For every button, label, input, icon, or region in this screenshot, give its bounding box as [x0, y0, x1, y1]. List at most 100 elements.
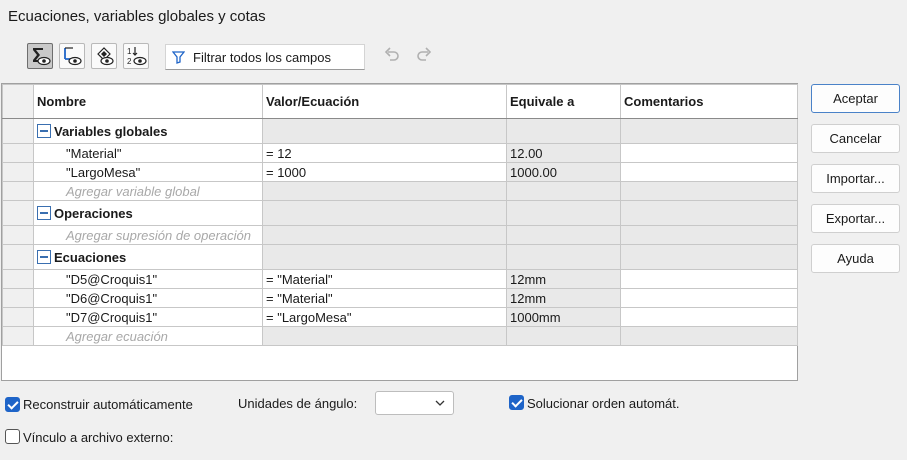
empty-cell	[506, 225, 621, 245]
feature-view-button[interactable]	[91, 43, 117, 69]
empty-cell	[506, 326, 621, 346]
column-header-equals[interactable]: Equivale a	[506, 84, 621, 119]
column-header-name[interactable]: Nombre	[33, 84, 263, 119]
chevron-down-icon	[435, 400, 445, 406]
table-row[interactable]: "D6@Croquis1" = "Material" 12mm	[2, 288, 798, 308]
table-row[interactable]: "LargoMesa" = 1000 1000.00	[2, 162, 798, 182]
row-header	[2, 118, 34, 144]
add-global-variable[interactable]: Agregar variable global	[33, 181, 263, 201]
group-label: Operaciones	[54, 205, 133, 221]
empty-cell	[262, 181, 507, 201]
column-header-comments[interactable]: Comentarios	[620, 84, 798, 119]
angle-units-label: Unidades de ángulo:	[238, 396, 358, 411]
sigma-eye-icon	[33, 48, 51, 66]
dimension-view-button[interactable]	[59, 43, 85, 69]
filter-field[interactable]: Filtrar todos los campos	[165, 44, 365, 70]
empty-cell	[620, 244, 798, 270]
group-cell: Ecuaciones	[33, 244, 263, 270]
auto-rebuild-checkbox[interactable]	[5, 397, 20, 412]
empty-cell	[262, 225, 507, 245]
equation-view-button[interactable]	[27, 43, 53, 69]
add-row[interactable]: Agregar supresión de operación	[2, 225, 798, 245]
redo-icon[interactable]	[414, 46, 434, 66]
value-cell[interactable]: = "Material"	[262, 269, 507, 289]
equals-cell: 1000.00	[506, 162, 621, 182]
add-row[interactable]: Agregar ecuación	[2, 326, 798, 346]
comment-cell[interactable]	[620, 288, 798, 308]
external-link-checkbox[interactable]	[5, 429, 20, 444]
row-header	[2, 269, 34, 289]
column-header-value[interactable]: Valor/Ecuación	[262, 84, 507, 119]
empty-cell	[262, 200, 507, 226]
collapse-icon[interactable]	[37, 249, 51, 264]
empty-cell	[262, 326, 507, 346]
row-header	[2, 225, 34, 245]
row-header	[2, 288, 34, 308]
empty-cell	[620, 181, 798, 201]
window-title: Ecuaciones, variables globales y cotas	[8, 8, 266, 25]
value-cell[interactable]: = "Material"	[262, 288, 507, 308]
empty-cell	[506, 181, 621, 201]
row-header	[2, 307, 34, 327]
cancel-button[interactable]: Cancelar	[811, 124, 900, 153]
row-header	[2, 143, 34, 163]
undo-icon[interactable]	[382, 46, 402, 66]
empty-cell	[620, 118, 798, 144]
name-cell[interactable]: "D5@Croquis1"	[33, 269, 263, 289]
equals-cell: 12mm	[506, 288, 621, 308]
export-button[interactable]: Exportar...	[811, 204, 900, 233]
group-row-global-variables[interactable]: Variables globales	[2, 118, 798, 144]
empty-cell	[506, 244, 621, 270]
name-cell[interactable]: "D7@Croquis1"	[33, 307, 263, 327]
filter-placeholder: Filtrar todos los campos	[193, 49, 331, 65]
empty-cell	[262, 118, 507, 144]
group-label: Variables globales	[54, 123, 168, 139]
collapse-icon[interactable]	[37, 205, 51, 220]
order-view-button[interactable]: 1 2	[123, 43, 149, 69]
row-header	[2, 326, 34, 346]
empty-cell	[506, 200, 621, 226]
svg-text:1: 1	[127, 47, 132, 56]
table-row[interactable]: "D5@Croquis1" = "Material" 12mm	[2, 269, 798, 289]
angle-units-select[interactable]	[375, 391, 454, 415]
collapse-icon[interactable]	[37, 123, 51, 138]
auto-solve-checkbox[interactable]	[509, 395, 524, 410]
name-cell[interactable]: "Material"	[33, 143, 263, 163]
dimension-eye-icon	[64, 47, 82, 66]
value-cell[interactable]: = "LargoMesa"	[262, 307, 507, 327]
name-cell[interactable]: "D6@Croquis1"	[33, 288, 263, 308]
auto-rebuild-label: Reconstruir automáticamente	[23, 397, 193, 412]
comment-cell[interactable]	[620, 143, 798, 163]
equals-cell: 12mm	[506, 269, 621, 289]
add-equation[interactable]: Agregar ecuación	[33, 326, 263, 346]
accept-button[interactable]: Aceptar	[811, 84, 900, 113]
group-label: Ecuaciones	[54, 249, 127, 265]
comment-cell[interactable]	[620, 269, 798, 289]
value-cell[interactable]: = 1000	[262, 162, 507, 182]
empty-cell	[620, 200, 798, 226]
row-header	[2, 162, 34, 182]
table-row[interactable]: "D7@Croquis1" = "LargoMesa" 1000mm	[2, 307, 798, 327]
equations-table[interactable]: Nombre Valor/Ecuación Equivale a Comenta…	[1, 83, 798, 381]
help-button[interactable]: Ayuda	[811, 244, 900, 273]
empty-cell	[620, 326, 798, 346]
comment-cell[interactable]	[620, 162, 798, 182]
group-row-operations[interactable]: Operaciones	[2, 200, 798, 226]
empty-cell	[620, 225, 798, 245]
group-cell: Variables globales	[33, 118, 263, 144]
group-row-equations[interactable]: Ecuaciones	[2, 244, 798, 270]
name-cell[interactable]: "LargoMesa"	[33, 162, 263, 182]
feature-eye-icon	[97, 47, 114, 66]
table-row[interactable]: "Material" = 12 12.00	[2, 143, 798, 163]
value-cell[interactable]: = 12	[262, 143, 507, 163]
order-eye-icon: 1 2	[127, 47, 147, 66]
comment-cell[interactable]	[620, 307, 798, 327]
add-row[interactable]: Agregar variable global	[2, 181, 798, 201]
add-feature-suppression[interactable]: Agregar supresión de operación	[33, 225, 263, 245]
import-button[interactable]: Importar...	[811, 164, 900, 193]
filter-icon	[172, 50, 185, 64]
equals-cell: 1000mm	[506, 307, 621, 327]
svg-text:2: 2	[127, 57, 132, 66]
auto-solve-label: Solucionar orden automát.	[527, 396, 680, 411]
external-link-label: Vínculo a archivo externo:	[23, 430, 174, 445]
